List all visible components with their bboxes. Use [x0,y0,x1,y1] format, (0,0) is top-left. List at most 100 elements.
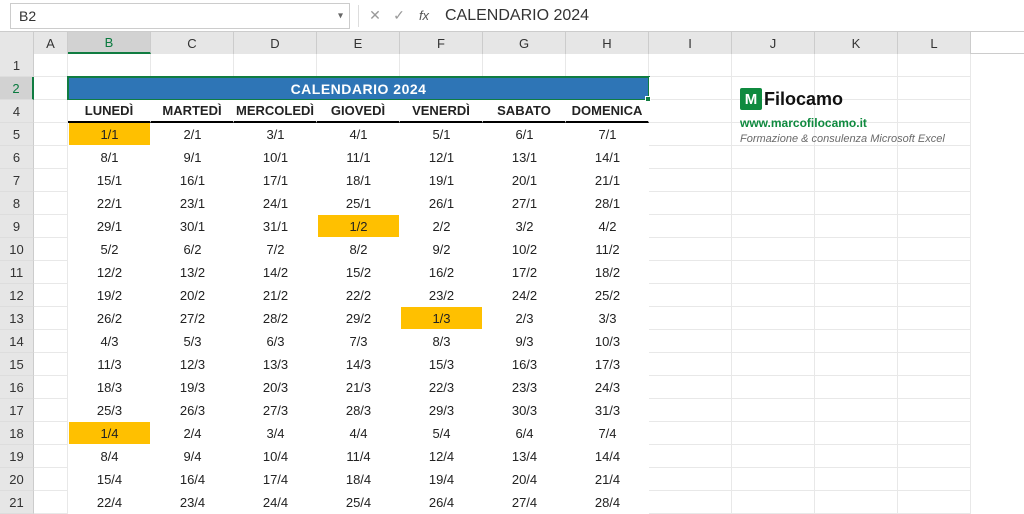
calendar-date-cell[interactable]: 20/2 [151,284,234,307]
column-header-E[interactable]: E [317,32,400,54]
calendar-date-cell[interactable]: 28/2 [234,307,317,330]
cell[interactable] [34,422,68,445]
row-header-11[interactable]: 11 [0,261,34,284]
calendar-date-cell[interactable]: 25/3 [68,399,151,422]
calendar-date-cell[interactable]: 18/2 [566,261,649,284]
cell[interactable] [815,215,898,238]
calendar-date-cell[interactable]: 24/3 [566,376,649,399]
cell[interactable] [400,54,483,77]
calendar-date-cell[interactable]: 24/1 [234,192,317,215]
calendar-date-cell[interactable]: 24/2 [483,284,566,307]
calendar-date-cell[interactable]: 22/1 [68,192,151,215]
calendar-date-cell[interactable]: 2/3 [483,307,566,330]
cell[interactable] [34,238,68,261]
cell[interactable] [815,54,898,77]
calendar-date-cell[interactable]: 27/1 [483,192,566,215]
weekday-header[interactable]: LUNEDÌ [68,100,151,123]
calendar-date-cell[interactable]: 17/1 [234,169,317,192]
calendar-date-cell[interactable]: 17/3 [566,353,649,376]
cell[interactable] [815,468,898,491]
cell[interactable] [898,307,971,330]
calendar-date-cell[interactable]: 26/3 [151,399,234,422]
cell[interactable] [732,169,815,192]
cell[interactable] [34,353,68,376]
calendar-date-cell[interactable]: 15/3 [400,353,483,376]
calendar-date-cell[interactable]: 1/4 [68,422,151,445]
cell[interactable] [566,54,649,77]
cell[interactable] [649,261,732,284]
calendar-date-cell[interactable]: 29/2 [317,307,400,330]
cell[interactable] [898,376,971,399]
calendar-date-cell[interactable]: 24/4 [234,491,317,514]
calendar-date-cell[interactable]: 28/3 [317,399,400,422]
cell[interactable] [34,192,68,215]
calendar-date-cell[interactable]: 9/3 [483,330,566,353]
column-header-B[interactable]: B [68,32,151,54]
cell[interactable] [34,261,68,284]
calendar-date-cell[interactable]: 5/1 [400,123,483,146]
calendar-date-cell[interactable]: 5/2 [68,238,151,261]
cell[interactable] [732,284,815,307]
calendar-date-cell[interactable]: 12/2 [68,261,151,284]
calendar-date-cell[interactable]: 21/3 [317,376,400,399]
name-box[interactable]: B2 ▾ [10,3,350,29]
calendar-date-cell[interactable]: 9/4 [151,445,234,468]
weekday-header[interactable]: VENERDÌ [400,100,483,123]
calendar-date-cell[interactable]: 25/4 [317,491,400,514]
cell[interactable] [898,192,971,215]
calendar-date-cell[interactable]: 9/1 [151,146,234,169]
cell[interactable] [732,54,815,77]
cell[interactable] [649,100,732,123]
cell[interactable] [898,146,971,169]
cell[interactable] [898,169,971,192]
cell[interactable] [34,215,68,238]
cell[interactable] [732,353,815,376]
cell[interactable] [649,238,732,261]
cell[interactable] [34,399,68,422]
cell[interactable] [732,491,815,514]
calendar-date-cell[interactable]: 26/4 [400,491,483,514]
calendar-date-cell[interactable]: 19/1 [400,169,483,192]
calendar-date-cell[interactable]: 16/4 [151,468,234,491]
calendar-date-cell[interactable]: 17/2 [483,261,566,284]
cell[interactable] [649,192,732,215]
cancel-icon[interactable]: ✕ [364,5,386,27]
cell[interactable] [815,353,898,376]
column-header-F[interactable]: F [400,32,483,54]
row-header-1[interactable]: 1 [0,54,34,77]
cell[interactable] [815,330,898,353]
calendar-date-cell[interactable]: 25/2 [566,284,649,307]
weekday-header[interactable]: MERCOLEDÌ [234,100,317,123]
cell[interactable] [649,146,732,169]
cell[interactable] [732,468,815,491]
cell[interactable] [732,376,815,399]
calendar-date-cell[interactable]: 6/4 [483,422,566,445]
cell[interactable] [898,353,971,376]
calendar-date-cell[interactable]: 22/3 [400,376,483,399]
calendar-date-cell[interactable]: 14/1 [566,146,649,169]
cell[interactable] [898,422,971,445]
selection-handle[interactable] [645,96,651,102]
calendar-date-cell[interactable]: 12/1 [400,146,483,169]
calendar-date-cell[interactable]: 10/1 [234,146,317,169]
row-header-19[interactable]: 19 [0,445,34,468]
calendar-date-cell[interactable]: 12/4 [400,445,483,468]
cell[interactable] [234,54,317,77]
calendar-date-cell[interactable]: 21/4 [566,468,649,491]
calendar-date-cell[interactable]: 3/3 [566,307,649,330]
calendar-date-cell[interactable]: 13/1 [483,146,566,169]
calendar-date-cell[interactable]: 7/1 [566,123,649,146]
row-header-9[interactable]: 9 [0,215,34,238]
calendar-date-cell[interactable]: 4/1 [317,123,400,146]
weekday-header[interactable]: DOMENICA [566,100,649,123]
row-header-16[interactable]: 16 [0,376,34,399]
column-header-K[interactable]: K [815,32,898,54]
cell[interactable] [815,261,898,284]
cell[interactable] [732,238,815,261]
cell[interactable] [151,54,234,77]
column-header-C[interactable]: C [151,32,234,54]
fx-icon[interactable]: fx [412,5,436,27]
cell[interactable] [815,399,898,422]
cell[interactable] [732,215,815,238]
calendar-date-cell[interactable]: 4/4 [317,422,400,445]
